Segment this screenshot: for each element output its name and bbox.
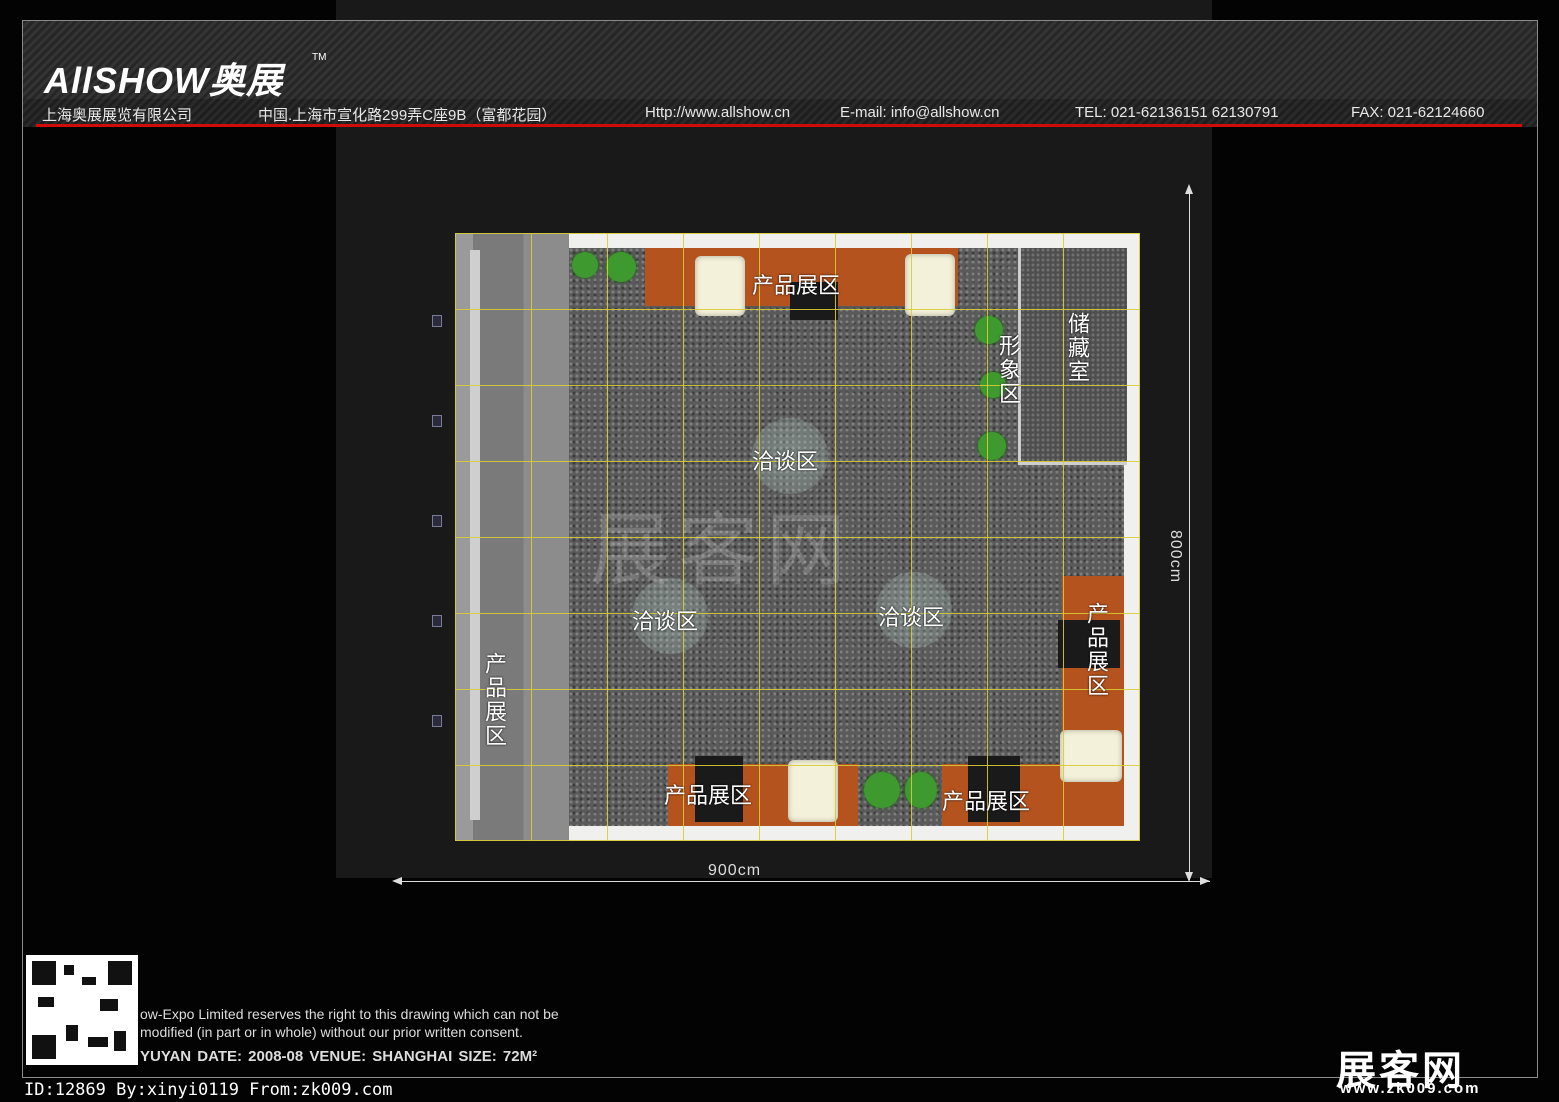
copyright-line-1: ow-Expo Limited reserves the right to th… [140, 1006, 559, 1022]
plant-icon [978, 432, 1006, 460]
label-storage: 储藏室 [1065, 312, 1090, 384]
lamp-icon [432, 315, 442, 327]
copyright-line-2: modified (in part or in whole) without o… [140, 1024, 523, 1040]
width-dimension-line [396, 881, 1210, 882]
plant-icon [606, 252, 636, 282]
logo-trademark: TM [312, 52, 327, 63]
chair [905, 254, 955, 316]
lamp-icon [432, 415, 442, 427]
grid-line [455, 309, 1140, 310]
company-email: E-mail: info@allshow.cn [840, 104, 1000, 121]
label-negotiate-right: 洽谈区 [878, 605, 945, 630]
label-product-bottom-right: 产品展区 [942, 789, 1031, 814]
company-name: 上海奥展展览有限公司 [42, 107, 193, 124]
chair [695, 256, 745, 316]
qr-code-icon [26, 955, 138, 1065]
footer-id: ID:12869 By:xinyi0119 From:zk009.com [24, 1080, 393, 1100]
plant-icon [572, 252, 598, 278]
arrow-up-icon [1185, 184, 1193, 194]
chair [788, 760, 838, 822]
chair [1060, 730, 1122, 782]
label-image-zone: 形象区 [996, 334, 1021, 406]
grid-line [455, 233, 1140, 234]
watermark: 展客网 [590, 506, 854, 595]
company-website: Http://www.allshow.cn [645, 104, 791, 121]
width-dimension: 900cm [708, 862, 762, 879]
lamp-icon [432, 615, 442, 627]
label-negotiate-left: 洽谈区 [632, 609, 699, 634]
company-logo: AllSHOW奥展 [44, 60, 283, 101]
lamp-icon [432, 715, 442, 727]
label-product-right: 产品展区 [1084, 602, 1109, 698]
company-address: 中国.上海市宣化路299弄C座9B（富都花园） [258, 107, 557, 124]
plant-icon [864, 772, 900, 808]
label-product-bottom-left: 产品展区 [664, 783, 753, 808]
arrow-left-icon [392, 877, 402, 885]
arrow-down-icon [1185, 872, 1193, 882]
label-product-left: 产品展区 [482, 652, 507, 748]
company-fax: FAX: 021-62124660 [1351, 104, 1485, 121]
header-red-rule [36, 124, 1522, 127]
plant-icon [905, 772, 937, 808]
grid-line [455, 765, 1140, 766]
arrow-right-icon [1200, 877, 1210, 885]
footer-site: www.zk009.com [1340, 1080, 1481, 1097]
drawing-meta: YUYAN DATE: 2008-08 VENUE: SHANGHAI SIZE… [140, 1048, 538, 1065]
grid-line [455, 385, 1140, 386]
lamp-icon [432, 515, 442, 527]
height-dimension-line [1189, 188, 1190, 880]
height-dimension: 800cm [1167, 530, 1184, 584]
company-tel: TEL: 021-62136151 62130791 [1075, 104, 1279, 121]
label-negotiate-center: 洽谈区 [752, 449, 819, 474]
grid-line [455, 613, 1140, 614]
label-product-top: 产品展区 [752, 273, 841, 298]
grid-line [455, 840, 1140, 841]
grid-line [455, 689, 1140, 690]
